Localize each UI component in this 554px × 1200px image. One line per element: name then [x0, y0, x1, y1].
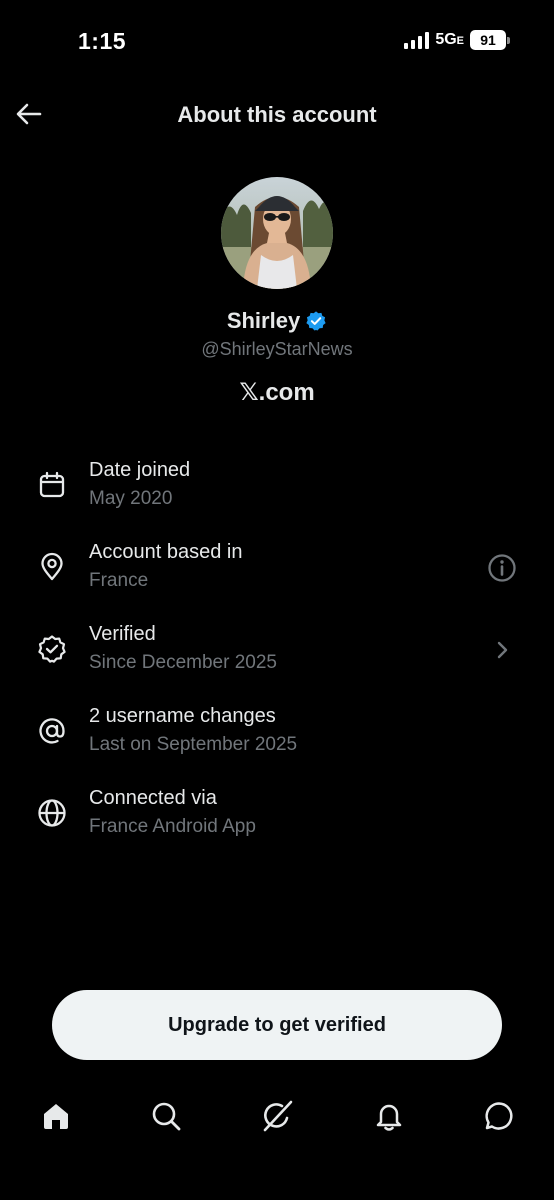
globe-icon: [35, 796, 69, 830]
messages-icon[interactable]: [481, 1098, 517, 1134]
account-info-list: Date joined May 2020 Account based in Fr…: [0, 452, 554, 862]
at-sign-icon: [35, 714, 69, 748]
row-title: 2 username changes: [89, 705, 276, 727]
list-item-username-changes: 2 username changes Last on September 202…: [0, 698, 554, 780]
platform-label: 𝕏.com: [239, 379, 315, 406]
network-type: 5G: [435, 31, 457, 48]
info-icon[interactable]: [486, 552, 518, 584]
battery-icon: 91: [470, 30, 510, 50]
user-handle: @ShirleyStarNews: [201, 339, 353, 359]
location-pin-icon: [35, 550, 69, 584]
list-item-account-based-in: Account based in France: [0, 534, 554, 616]
status-indicators: 5GE 91: [404, 30, 510, 50]
row-title: Verified: [89, 623, 156, 645]
row-title: Connected via: [89, 787, 217, 809]
row-subtitle: France: [89, 570, 149, 591]
network-indicator: 5GE: [435, 31, 464, 49]
verified-seal-icon: [35, 632, 69, 666]
header: About this account: [0, 88, 554, 142]
network-suffix: E: [456, 35, 464, 47]
row-subtitle: Last on September 2025: [89, 734, 298, 755]
name-row: Shirley: [0, 308, 554, 334]
calendar-icon: [35, 468, 69, 502]
home-icon[interactable]: [38, 1098, 74, 1134]
row-subtitle: May 2020: [89, 488, 173, 509]
grok-icon[interactable]: [259, 1098, 295, 1134]
upgrade-button[interactable]: Upgrade to get verified: [52, 990, 502, 1060]
verified-badge-icon: [305, 310, 327, 332]
list-item-date-joined: Date joined May 2020: [0, 452, 554, 534]
row-title: Account based in: [89, 541, 243, 563]
notifications-icon[interactable]: [371, 1098, 407, 1134]
about-account-screen: 1:15 5GE 91 About this account Shirley @…: [0, 0, 554, 1200]
list-item-connected-via: Connected via France Android App: [0, 780, 554, 862]
status-time: 1:15: [78, 28, 127, 54]
list-item-verified[interactable]: Verified Since December 2025: [0, 616, 554, 698]
avatar[interactable]: [221, 177, 333, 289]
bottom-nav: [0, 1088, 554, 1148]
signal-icon: [404, 31, 430, 49]
battery-level: 91: [470, 30, 506, 50]
row-subtitle: France Android App: [89, 816, 256, 837]
status-bar: 1:15 5GE 91: [0, 0, 554, 80]
page-title: About this account: [177, 102, 377, 127]
row-subtitle: Since December 2025: [89, 652, 277, 673]
row-title: Date joined: [89, 459, 191, 481]
profile-photo: [221, 177, 333, 289]
chevron-right-icon[interactable]: [486, 634, 518, 666]
display-name: Shirley: [226, 308, 301, 333]
search-icon[interactable]: [148, 1098, 184, 1134]
